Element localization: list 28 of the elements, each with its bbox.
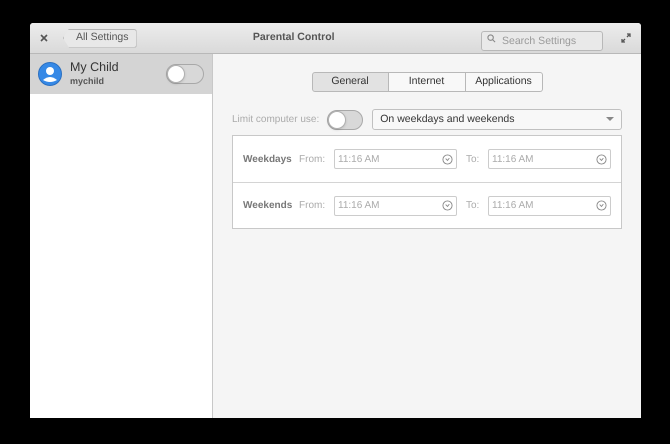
from-label: From: [299, 152, 326, 166]
day-label: Weekends [243, 199, 294, 213]
clock-icon [596, 154, 607, 164]
schedule-dropdown[interactable]: On weekdays and weekends [372, 109, 622, 130]
toggle-switch[interactable] [327, 110, 364, 130]
window-title: Parental Control [252, 30, 335, 46]
day-label: Weekdays [243, 152, 293, 166]
to-label: To: [466, 152, 480, 166]
tab[interactable]: General [312, 72, 388, 92]
search-field[interactable]: Search Settings [481, 31, 603, 51]
user-name: My Child [70, 60, 120, 75]
clock-icon [442, 200, 453, 211]
avatar-icon [38, 62, 62, 86]
to-label: To: [466, 199, 480, 213]
search-icon [487, 34, 496, 42]
maximize-icon[interactable] [621, 33, 631, 43]
tab[interactable]: Internet [388, 72, 466, 92]
dropdown-arrow-icon [606, 117, 614, 122]
limit-label: Limit computer use: [232, 113, 320, 127]
back-button[interactable]: All Settings [63, 28, 137, 48]
clock-icon [442, 154, 453, 164]
from-label: From: [299, 199, 326, 213]
user-row[interactable]: My Child mychild [30, 54, 212, 94]
clock-icon [596, 200, 607, 211]
tab[interactable]: Applications [466, 72, 542, 92]
close-icon[interactable] [40, 34, 48, 42]
toggle-switch[interactable] [166, 64, 204, 84]
user-login: mychild [70, 75, 106, 88]
